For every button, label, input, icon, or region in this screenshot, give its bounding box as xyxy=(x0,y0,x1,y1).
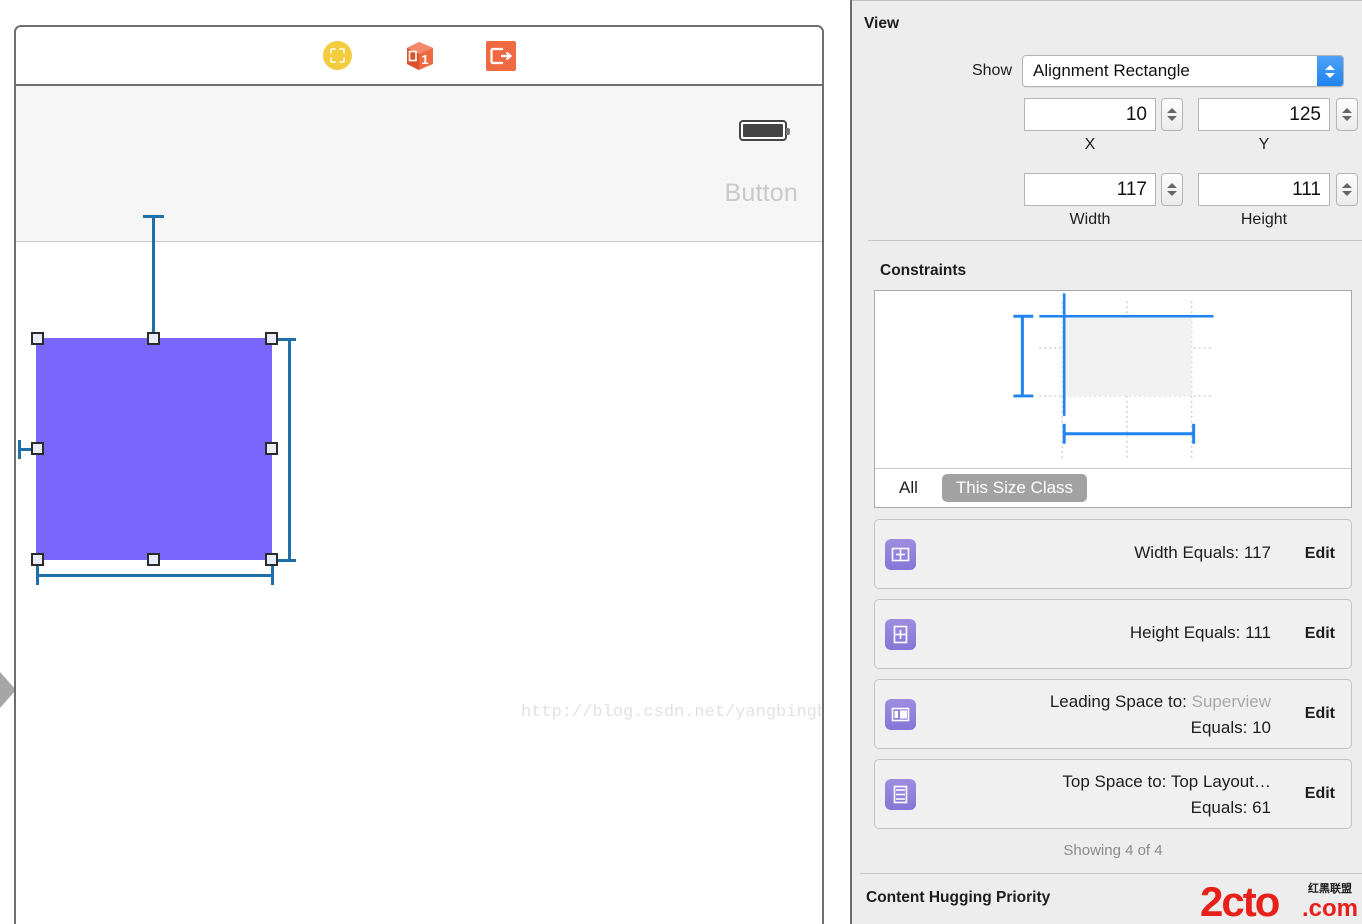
battery-nub xyxy=(786,128,790,135)
constraint-value: 111 xyxy=(1245,623,1271,642)
y-field[interactable]: 125 xyxy=(1198,98,1330,131)
constraint-label: Width Equals: xyxy=(1134,543,1239,562)
size-class-segmented-control: All This Size Class xyxy=(875,468,1351,507)
resize-handle-top-center[interactable] xyxy=(147,332,160,345)
resize-handle-top-right[interactable] xyxy=(265,332,278,345)
top-space-constraint-bar xyxy=(152,215,155,339)
constraint-label: Leading Space to: xyxy=(1050,692,1187,711)
battery-icon xyxy=(739,120,787,141)
width-field-value: 117 xyxy=(1117,179,1147,201)
height-field[interactable]: 111 xyxy=(1198,173,1330,206)
view-section-title: View xyxy=(864,15,899,33)
constraint-row[interactable]: Height Equals: 111 Edit xyxy=(874,599,1352,669)
resize-handle-bottom-right[interactable] xyxy=(265,553,278,566)
width-constraint-bar xyxy=(36,574,274,577)
segment-all[interactable]: All xyxy=(899,478,918,498)
x-field-label: X xyxy=(1024,136,1156,154)
resize-handle-bottom-left[interactable] xyxy=(31,553,44,566)
top-space-constraint-tick xyxy=(143,215,164,218)
edit-button[interactable]: Edit xyxy=(1305,625,1335,643)
show-popup-value: Alignment Rectangle xyxy=(1033,61,1190,81)
svg-text:2cto: 2cto xyxy=(1200,878,1280,922)
width-constraint-right-tick xyxy=(271,566,274,585)
show-popup-button[interactable]: Alignment Rectangle xyxy=(1022,55,1344,87)
svg-text:红黑联盟: 红黑联盟 xyxy=(1308,881,1352,895)
show-label: Show xyxy=(852,62,1022,80)
constraint-row[interactable]: Width Equals: 117 Edit xyxy=(874,519,1352,589)
width-constraint-left-tick xyxy=(36,566,39,585)
canvas-pane: 1 Button http://blog.csdn.net/y xyxy=(0,0,852,924)
edit-button[interactable]: Edit xyxy=(1305,785,1335,803)
content-hugging-section-title: Content Hugging Priority xyxy=(866,889,1050,907)
scene-toolbar: 1 xyxy=(16,27,822,86)
edit-button[interactable]: Edit xyxy=(1305,545,1335,563)
constraint-row[interactable]: Leading Space to: Superview Equals: 10 E… xyxy=(874,679,1352,749)
width-field-label: Width xyxy=(1024,211,1156,229)
segment-this-size-class[interactable]: This Size Class xyxy=(942,474,1087,502)
svg-text:.com: .com xyxy=(1302,895,1358,922)
constraint-target: Top Layout… xyxy=(1171,772,1271,791)
exit-segue-icon[interactable] xyxy=(486,41,516,71)
constraint-text: Leading Space to: Superview Equals: 10 xyxy=(935,692,1271,738)
site-watermark-logo: 2cto .com 红黑联盟 xyxy=(1198,876,1358,922)
constraint-label: Top Space to: xyxy=(1062,772,1166,791)
constraint-equals-label: Equals: xyxy=(1191,718,1248,737)
y-field-label: Y xyxy=(1198,136,1330,154)
constraint-equals-value: 10 xyxy=(1252,718,1271,737)
constraint-row[interactable]: Top Space to: Top Layout… Equals: 61 Edi… xyxy=(874,759,1352,829)
constraint-text: Height Equals: 111 xyxy=(935,623,1271,643)
leading-space-constraint-tick xyxy=(18,440,21,459)
first-responder-icon[interactable]: 1 xyxy=(402,39,436,73)
x-field[interactable]: 10 xyxy=(1024,98,1156,131)
section-divider-1 xyxy=(868,240,1362,241)
constraint-label: Height Equals: xyxy=(1130,623,1241,642)
constraint-equals-value: 61 xyxy=(1252,798,1271,817)
constraint-text: Width Equals: 117 xyxy=(935,543,1271,563)
canvas-watermark-text: http://blog.csdn.net/yangbingbinga xyxy=(521,703,824,722)
width-stepper[interactable] xyxy=(1161,173,1183,206)
nav-bar-button-label[interactable]: Button xyxy=(725,179,798,208)
width-field[interactable]: 117 xyxy=(1024,173,1156,206)
battery-fill xyxy=(743,124,783,137)
show-row: Show Alignment Rectangle xyxy=(852,55,1362,87)
device-status-bar: Button xyxy=(16,86,822,242)
selected-view[interactable] xyxy=(36,338,272,560)
height-stepper[interactable] xyxy=(1336,173,1358,206)
section-divider-2 xyxy=(860,873,1362,874)
top-space-constraint-icon xyxy=(885,779,916,810)
resize-handle-middle-left[interactable] xyxy=(31,442,44,455)
leading-space-constraint-icon xyxy=(885,699,916,730)
xcode-interface-builder: 1 Button http://blog.csdn.net/y xyxy=(0,0,1362,924)
resize-handle-bottom-center[interactable] xyxy=(147,553,160,566)
resize-handle-middle-right[interactable] xyxy=(265,442,278,455)
height-field-label: Height xyxy=(1198,211,1330,229)
x-field-value: 10 xyxy=(1126,104,1147,126)
constraint-target: Superview xyxy=(1192,692,1271,711)
view-controller-icon-inner xyxy=(330,48,345,63)
y-stepper[interactable] xyxy=(1336,98,1358,131)
x-stepper[interactable] xyxy=(1161,98,1183,131)
height-constraint-icon xyxy=(885,619,916,650)
showing-count-label: Showing 4 of 4 xyxy=(874,842,1352,859)
constraint-equals-label: Equals: xyxy=(1191,798,1248,817)
resize-handle-top-left[interactable] xyxy=(31,332,44,345)
height-field-value: 111 xyxy=(1292,179,1321,201)
constraints-diagram[interactable] xyxy=(875,291,1351,469)
view-controller-icon[interactable] xyxy=(323,41,352,70)
edit-button[interactable]: Edit xyxy=(1305,705,1335,723)
constraints-diagram-box: All This Size Class xyxy=(874,290,1352,508)
constraint-value: 117 xyxy=(1244,543,1271,562)
width-constraint-icon xyxy=(885,539,916,570)
svg-text:1: 1 xyxy=(421,52,428,67)
constraint-text: Top Space to: Top Layout… Equals: 61 xyxy=(935,772,1271,818)
height-constraint-bar xyxy=(288,338,291,562)
y-field-value: 125 xyxy=(1289,104,1321,126)
constraints-section-title: Constraints xyxy=(880,262,966,280)
chevron-updown-icon xyxy=(1317,56,1343,86)
